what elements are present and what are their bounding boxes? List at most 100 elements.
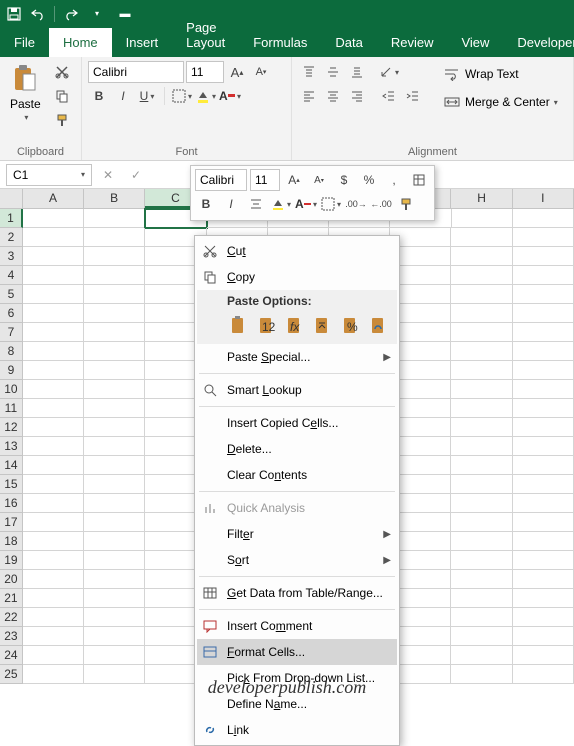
fill-color-button[interactable]: ▾ <box>195 85 217 107</box>
mini-font-size[interactable] <box>250 169 280 191</box>
enter-formula-icon[interactable]: ✓ <box>124 164 148 186</box>
cell[interactable] <box>23 456 84 475</box>
tab-view[interactable]: View <box>447 28 503 57</box>
cell[interactable] <box>513 323 574 342</box>
cell[interactable] <box>23 247 84 266</box>
cell[interactable] <box>451 551 512 570</box>
cell[interactable] <box>84 361 145 380</box>
cell[interactable] <box>84 323 145 342</box>
row-header[interactable]: 19 <box>0 551 23 570</box>
save-icon[interactable] <box>6 6 22 22</box>
paste-option-paste[interactable] <box>227 312 251 338</box>
undo-icon[interactable] <box>30 6 46 22</box>
cell[interactable] <box>451 589 512 608</box>
cell[interactable] <box>23 665 84 684</box>
cell[interactable] <box>84 437 145 456</box>
cell[interactable] <box>451 494 512 513</box>
cell[interactable] <box>23 494 84 513</box>
cm-paste-special[interactable]: Paste Special... ▶ <box>197 344 397 370</box>
row-header[interactable]: 1 <box>0 209 23 228</box>
tab-insert[interactable]: Insert <box>112 28 173 57</box>
cell[interactable] <box>23 285 84 304</box>
cell[interactable] <box>23 513 84 532</box>
cell[interactable] <box>23 627 84 646</box>
cell[interactable] <box>84 513 145 532</box>
cell[interactable] <box>23 304 84 323</box>
cell[interactable] <box>513 551 574 570</box>
cell[interactable] <box>23 646 84 665</box>
col-header-I[interactable]: I <box>513 189 574 208</box>
row-header[interactable]: 2 <box>0 228 23 247</box>
increase-font-icon[interactable]: A▴ <box>226 61 248 83</box>
tab-file[interactable]: File <box>0 28 49 57</box>
row-header[interactable]: 18 <box>0 532 23 551</box>
mini-decimal-dec-icon[interactable]: ←.00 <box>370 193 392 215</box>
mini-font-color-icon[interactable]: A▾ <box>295 193 317 215</box>
cm-insert-copied[interactable]: Insert Copied Cells... <box>197 410 397 436</box>
cell[interactable] <box>84 589 145 608</box>
row-header[interactable]: 22 <box>0 608 23 627</box>
mini-italic-button[interactable]: I <box>220 193 242 215</box>
align-bottom-icon[interactable] <box>346 61 368 83</box>
decrease-indent-icon[interactable] <box>378 85 400 107</box>
cell[interactable] <box>84 266 145 285</box>
cell[interactable] <box>451 285 512 304</box>
row-header[interactable]: 3 <box>0 247 23 266</box>
cell[interactable] <box>23 608 84 627</box>
tab-home[interactable]: Home <box>49 28 112 57</box>
align-left-icon[interactable] <box>298 85 320 107</box>
mini-font-name[interactable] <box>195 169 247 191</box>
cell[interactable] <box>513 418 574 437</box>
cell[interactable] <box>23 570 84 589</box>
cell[interactable] <box>23 589 84 608</box>
tab-data[interactable]: Data <box>321 28 376 57</box>
cell[interactable] <box>513 209 574 228</box>
format-painter-button[interactable] <box>51 109 73 131</box>
orientation-icon[interactable]: ▾ <box>378 61 400 83</box>
col-header-H[interactable]: H <box>451 189 512 208</box>
cell[interactable] <box>513 627 574 646</box>
cell[interactable] <box>513 532 574 551</box>
row-header[interactable]: 6 <box>0 304 23 323</box>
cell[interactable] <box>23 361 84 380</box>
cell[interactable] <box>84 532 145 551</box>
cell[interactable] <box>23 418 84 437</box>
cell[interactable] <box>84 627 145 646</box>
cell[interactable] <box>513 570 574 589</box>
cell[interactable] <box>451 532 512 551</box>
cell[interactable] <box>84 570 145 589</box>
cell[interactable] <box>23 437 84 456</box>
cell[interactable] <box>451 608 512 627</box>
cell[interactable] <box>84 399 145 418</box>
cm-define-name[interactable]: Define Name... <box>197 691 397 717</box>
cell[interactable] <box>451 228 512 247</box>
mini-border-icon[interactable]: ▾ <box>320 193 342 215</box>
mini-currency-icon[interactable]: $ <box>333 169 355 191</box>
row-header[interactable]: 5 <box>0 285 23 304</box>
row-header[interactable]: 9 <box>0 361 23 380</box>
cell[interactable] <box>451 418 512 437</box>
cell[interactable] <box>451 475 512 494</box>
cell[interactable] <box>84 456 145 475</box>
mini-percent-icon[interactable]: % <box>358 169 380 191</box>
row-header[interactable]: 7 <box>0 323 23 342</box>
cell[interactable] <box>23 380 84 399</box>
cell[interactable] <box>451 570 512 589</box>
row-header[interactable]: 11 <box>0 399 23 418</box>
wrap-text-button[interactable]: Wrap Text <box>436 61 563 87</box>
cm-insert-comment[interactable]: Insert Comment <box>197 613 397 639</box>
row-header[interactable]: 14 <box>0 456 23 475</box>
border-button[interactable]: ▾ <box>171 85 193 107</box>
cell[interactable] <box>513 475 574 494</box>
cell[interactable] <box>84 475 145 494</box>
cm-copy[interactable]: Copy <box>197 264 397 290</box>
row-header[interactable]: 4 <box>0 266 23 285</box>
cell[interactable] <box>513 665 574 684</box>
cm-format-cells[interactable]: Format Cells... <box>197 639 397 665</box>
row-header[interactable]: 16 <box>0 494 23 513</box>
mini-increase-font-icon[interactable]: A▴ <box>283 169 305 191</box>
select-all-corner[interactable] <box>0 189 23 208</box>
cell[interactable] <box>84 665 145 684</box>
cell[interactable] <box>452 209 513 228</box>
cell[interactable] <box>513 304 574 323</box>
